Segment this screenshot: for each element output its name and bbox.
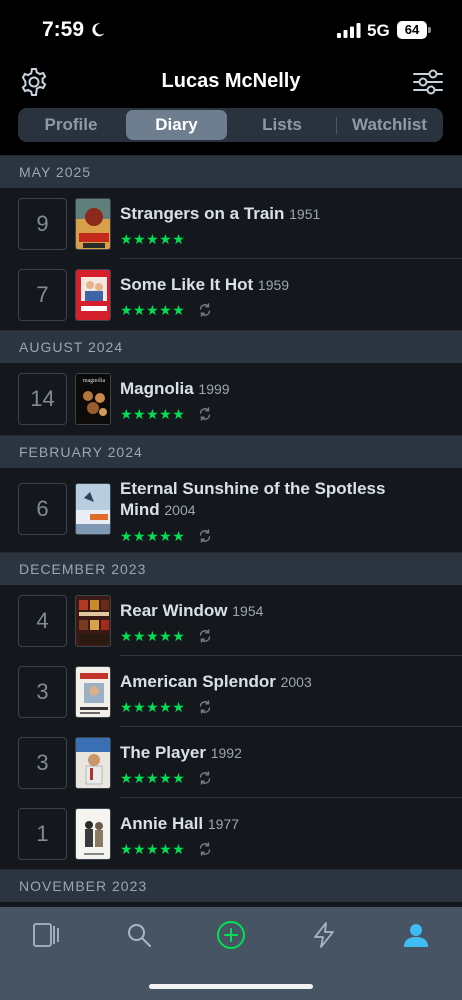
moon-icon [92,23,105,37]
film-year: 1954 [232,603,264,619]
filter-icon[interactable] [412,68,444,96]
rewatch-icon [199,407,211,421]
signal-icon [337,23,361,38]
film-year: 2003 [280,674,312,690]
rewatch-icon [199,700,211,714]
film-title-line1: Eternal Sunshine of the Spotless [120,479,386,498]
film-year: 1959 [257,277,290,293]
entry-day: 6 [18,483,67,535]
tab-diary[interactable]: Diary [126,110,227,140]
film-title[interactable]: The Player 1992 [120,742,242,764]
section-header: MAY 2025 [0,155,462,188]
tab-profile[interactable]: Profile [20,110,122,140]
poster-title: magnolia [82,378,106,384]
film-title-text: Annie Hall [120,814,204,833]
profile-icon[interactable] [402,921,430,949]
diary-list[interactable]: MAY 2025 9 Strangers on a Train 1951 ★★★… [0,155,462,907]
star-rating: ★★★★★ [120,528,186,544]
battery-icon: 64 [397,21,431,39]
film-title-text: Strangers on a Train [120,204,285,223]
film-title[interactable]: American Splendor 2003 [120,671,312,693]
film-title-text: Rear Window [120,601,228,620]
status-time: 7:59 [42,18,85,41]
film-title-text: The Player [120,743,206,762]
tab-bar-segmented: Profile Diary Lists Watchlist [18,108,443,142]
film-poster[interactable] [75,666,111,718]
header: Lucas McNelly Profile Diary Lists Watchl… [0,60,462,155]
home-indicator [149,984,313,989]
film-poster[interactable] [75,808,111,860]
rewatch-icon [199,842,211,856]
diary-entry[interactable]: 3 The Player 1992 ★★★★★ [0,727,462,798]
film-poster[interactable] [75,483,111,535]
network-label: 5G [367,21,390,40]
film-poster[interactable] [75,198,111,250]
film-year: 1951 [289,206,321,222]
star-rating: ★★★★★ [120,841,186,857]
diary-entry[interactable]: 7 Some Like It Hot 1959 ★★★★★ [0,259,462,330]
film-title-line2: Mind [120,500,160,519]
rewatch-icon [199,771,211,785]
film-poster[interactable] [75,737,111,789]
rewatch-icon [199,529,211,543]
films-icon[interactable] [32,921,60,949]
film-title[interactable]: Rear Window 1954 [120,600,263,622]
star-rating: ★★★★★ [120,699,186,715]
status-bar: 7:59 5G 64 [0,0,462,60]
star-rating: ★★★★★ [120,406,186,422]
film-year: 2004 [164,502,196,518]
star-rating: ★★★★★ [120,628,186,644]
film-poster[interactable] [75,269,111,321]
film-title-text: Magnolia [120,379,194,398]
star-rating: ★★★★★ [120,231,186,247]
section-header: DECEMBER 2023 [0,552,462,585]
section-header: FEBRUARY 2024 [0,435,462,468]
diary-entry[interactable]: 14 magnolia Magnolia 1999 ★★★★★ [0,363,462,435]
tab-watchlist[interactable]: Watchlist [338,110,441,140]
film-title-text: Some Like It Hot [120,275,254,294]
film-title[interactable]: Annie Hall 1977 [120,813,239,835]
diary-entry[interactable]: 9 Strangers on a Train 1951 ★★★★★ [0,188,462,259]
film-title[interactable]: Strangers on a Train 1951 [120,203,320,225]
entry-day: 14 [18,373,67,425]
entry-day: 7 [18,269,67,321]
entry-day: 3 [18,666,67,718]
diary-entry[interactable]: 4 Rear Window 1954 ★★★★★ [0,585,462,656]
diary-entry[interactable]: 1 Annie Hall 1977 ★★★★★ [0,798,462,869]
film-year: 1999 [198,381,230,397]
star-rating: ★★★★★ [120,302,186,318]
film-title[interactable]: Some Like It Hot 1959 [120,274,289,296]
film-poster[interactable] [75,595,111,647]
section-header: AUGUST 2024 [0,330,462,363]
entry-day: 3 [18,737,67,789]
tab-lists[interactable]: Lists [231,110,333,140]
entry-day: 4 [18,595,67,647]
film-year: 1992 [210,745,242,761]
film-year: 1977 [207,816,240,832]
rewatch-icon [199,629,211,643]
search-icon[interactable] [125,921,153,949]
battery-level: 64 [397,21,427,39]
film-title-text: American Splendor [120,672,276,691]
film-poster[interactable]: magnolia [75,373,111,425]
entry-day: 9 [18,198,67,250]
section-header: NOVEMBER 2023 [0,869,462,902]
add-icon[interactable] [216,920,246,950]
page-title: Lucas McNelly [161,70,301,92]
entry-day: 1 [18,808,67,860]
diary-entry[interactable]: 3 American Splendor 2003 ★★★★★ [0,656,462,727]
activity-icon[interactable] [310,921,338,949]
rewatch-icon [199,303,211,317]
film-title[interactable]: Magnolia 1999 [120,378,230,400]
film-title[interactable]: Eternal Sunshine of the Spotless Mind 20… [120,478,450,521]
star-rating: ★★★★★ [120,770,186,786]
